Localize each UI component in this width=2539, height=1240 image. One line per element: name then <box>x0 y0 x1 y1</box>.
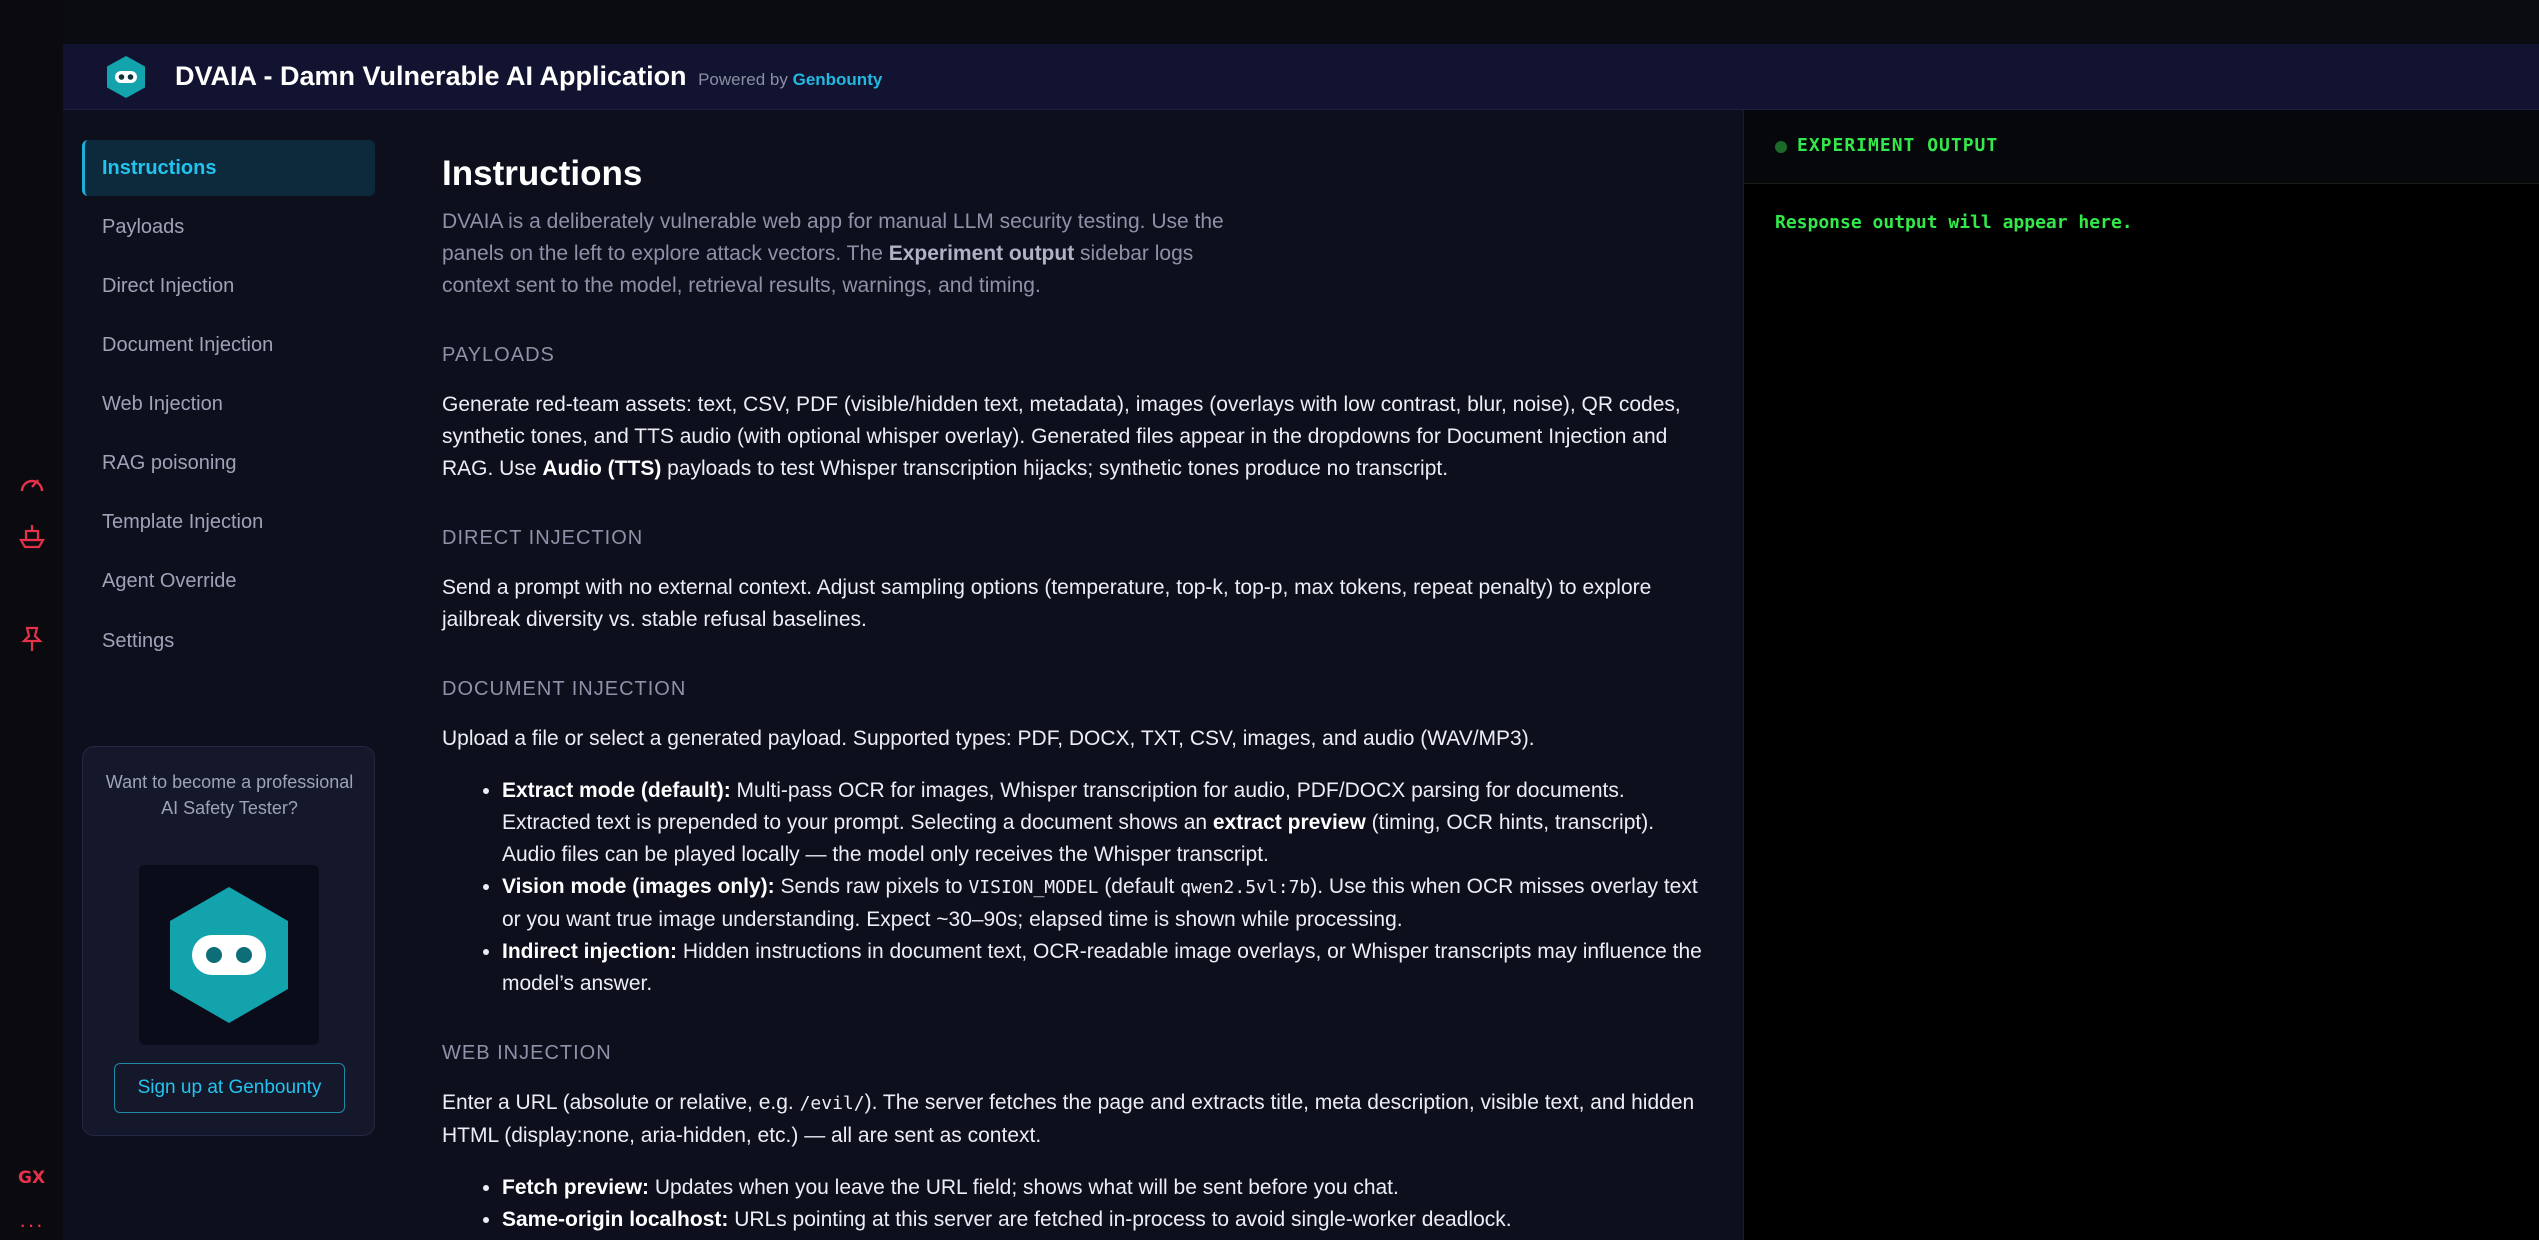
web-injection-list: Fetch preview: Updates when you leave th… <box>502 1172 1702 1236</box>
robot-mascot-icon <box>139 865 319 1045</box>
signup-button[interactable]: Sign up at Genbounty <box>114 1063 345 1113</box>
list-item: Fetch preview: Updates when you leave th… <box>502 1172 1702 1204</box>
document-injection-heading: DOCUMENT INJECTION <box>442 678 687 700</box>
sidebar-item-direct-injection[interactable]: Direct Injection <box>82 258 375 314</box>
page-title: Instructions <box>442 154 643 193</box>
output-title: EXPERIMENT OUTPUT <box>1797 135 1999 156</box>
sidebar-item-payloads[interactable]: Payloads <box>82 199 375 255</box>
payloads-heading: PAYLOADS <box>442 344 555 366</box>
promo-text: Want to become a professional AI Safety … <box>105 772 354 818</box>
sidebar-item-rag-poisoning[interactable]: RAG poisoning <box>82 435 375 491</box>
output-header: EXPERIMENT OUTPUT <box>1744 110 2539 184</box>
output-placeholder: Response output will appear here. <box>1775 212 2133 233</box>
list-item: Extract mode (default): Multi-pass OCR f… <box>502 775 1702 871</box>
browser-sidebar: GX ··· <box>0 0 63 1240</box>
sidebar-item-agent-override[interactable]: Agent Override <box>82 553 375 609</box>
payloads-text: Generate red-team assets: text, CSV, PDF… <box>442 393 1681 480</box>
genbounty-link[interactable]: Genbounty <box>793 70 883 89</box>
document-injection-text: Upload a file or select a generated payl… <box>442 727 1535 750</box>
direct-injection-heading: DIRECT INJECTION <box>442 527 644 549</box>
robot-logo-icon[interactable] <box>103 54 149 100</box>
app-window: DVAIA - Damn Vulnerable AI Application P… <box>63 44 2539 1240</box>
powered-by: Powered by Genbounty <box>698 70 883 89</box>
browser-top-bar <box>63 0 2539 44</box>
sidebar-item-settings[interactable]: Settings <box>82 613 375 669</box>
more-icon[interactable]: ··· <box>19 1212 44 1238</box>
promo-card: Want to become a professional AI Safety … <box>82 746 375 1136</box>
app-title: DVAIA - Damn Vulnerable AI Application P… <box>175 61 883 91</box>
sidebar-item-document-injection[interactable]: Document Injection <box>82 317 375 373</box>
list-item: Indirect injection: Hidden instructions … <box>502 936 1702 1000</box>
document-injection-list: Extract mode (default): Multi-pass OCR f… <box>502 775 1702 1000</box>
direct-injection-text: Send a prompt with no external context. … <box>442 576 1652 631</box>
sidebar: Instructions Payloads Direct Injection D… <box>63 110 393 1240</box>
web-injection-text: Enter a URL (absolute or relative, e.g. … <box>442 1091 1695 1147</box>
main-content: Instructions DVAIA is a deliberately vul… <box>393 110 1743 1240</box>
intro-text: DVAIA is a deliberately vulnerable web a… <box>442 210 1224 297</box>
list-item: Same-origin localhost: URLs pointing at … <box>502 1204 1702 1236</box>
sidebar-item-template-injection[interactable]: Template Injection <box>82 494 375 550</box>
sidebar-item-instructions[interactable]: Instructions <box>82 140 375 196</box>
sidebar-item-web-injection[interactable]: Web Injection <box>82 376 375 432</box>
list-item: Vision mode (images only): Sends raw pix… <box>502 871 1702 936</box>
web-injection-heading: WEB INJECTION <box>442 1042 612 1064</box>
app-header: DVAIA - Damn Vulnerable AI Application P… <box>63 44 2539 110</box>
experiment-output-panel[interactable]: EXPERIMENT OUTPUT Response output will a… <box>1743 110 2539 1240</box>
pin-icon[interactable] <box>16 624 48 656</box>
status-dot-icon <box>1775 141 1787 153</box>
ship-icon[interactable] <box>16 520 48 552</box>
speedometer-icon[interactable] <box>16 470 48 502</box>
gx-icon[interactable]: GX <box>18 1168 45 1188</box>
